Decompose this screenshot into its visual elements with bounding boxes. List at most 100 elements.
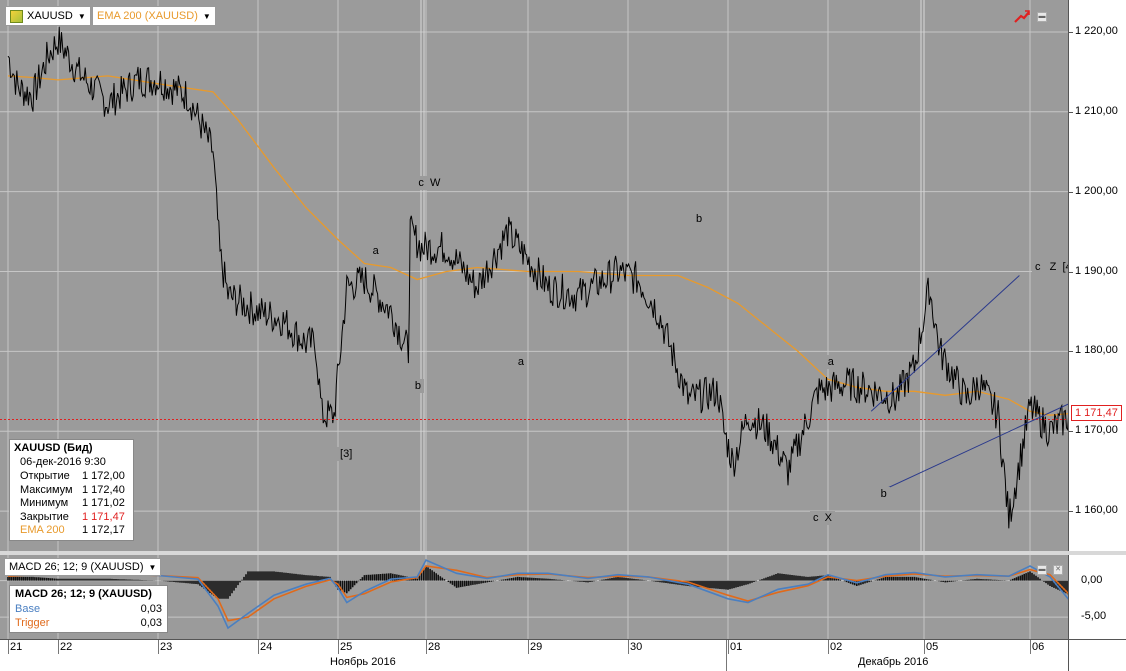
minimize-icon[interactable]: ▬ [1037, 12, 1047, 22]
price-info-box: XAUUSD (Бид) 06-дек-2016 9:30 Открытие 1 … [9, 439, 134, 541]
x-tick-label: 22 [60, 641, 73, 653]
x-tick-mark [728, 640, 729, 654]
wave-label[interactable]: a [824, 355, 837, 370]
macd-info-box: MACD 26; 12; 9 (XAUUSD) Base 0,03 Trigge… [9, 585, 168, 633]
y-tick-mark [1069, 111, 1073, 113]
ema-label: EMA 200 (XAUUSD) [97, 10, 198, 22]
x-tick-label: 30 [630, 641, 643, 653]
y-tick-mark [1069, 271, 1073, 273]
trendline [870, 275, 1020, 412]
x-tick-label: 06 [1032, 641, 1045, 653]
y-tick-mark [1069, 351, 1073, 353]
info-label: Открытие [20, 470, 70, 482]
y-tick-label: 1 200,00 [1075, 184, 1118, 197]
x-tick-mark [924, 640, 925, 654]
y-tick-mark [1069, 511, 1073, 513]
x-tick-label: 23 [160, 641, 173, 653]
info-row: Минимум 1 171,02 [14, 497, 129, 511]
x-tick-mark [426, 640, 427, 654]
ema-200-line [7, 75, 1068, 416]
gold-symbol-icon [10, 9, 23, 23]
wave-label[interactable]: c X [810, 511, 835, 526]
chevron-down-icon: ▼ [148, 562, 157, 572]
x-tick-mark [628, 640, 629, 654]
month-separator [726, 640, 727, 671]
macd-trigger-value: 0,03 [140, 617, 162, 629]
x-tick-label: 29 [530, 641, 543, 653]
info-row: Закрытие 1 171,47 [14, 511, 129, 525]
macd-chart-area[interactable]: MACD 26; 12; 9 (XAUUSD) ▼ ▬ ✕ MACD 26; 1… [0, 555, 1068, 639]
wave-label[interactable]: a [514, 355, 528, 370]
y-tick-label: 1 180,00 [1075, 344, 1118, 357]
y-tick-mark [1069, 191, 1073, 193]
y-tick-label: 1 170,00 [1075, 424, 1118, 437]
y-tick-mark [1069, 31, 1073, 33]
x-tick-mark [528, 640, 529, 654]
wave-label[interactable]: b [411, 379, 424, 394]
month-label: Декабрь 2016 [858, 656, 929, 668]
x-tick-mark [258, 640, 259, 654]
x-tick-mark [828, 640, 829, 654]
info-row: Максимум 1 172,40 [14, 484, 129, 498]
x-tick-label: 21 [10, 641, 23, 653]
macd-y-tick-label: 0,00 [1081, 573, 1103, 586]
x-tick-label: 25 [340, 641, 353, 653]
info-label: Закрытие [20, 510, 69, 523]
wave-label[interactable]: [3] [337, 447, 356, 462]
wave-label[interactable]: b [693, 211, 706, 226]
price-chart-area[interactable]: XAUUSD ▼ EMA 200 (XAUUSD) ▼ ▬ XAUUSD (Би… [0, 0, 1068, 551]
wave-label[interactable]: b [877, 487, 890, 502]
x-tick-label: 05 [926, 641, 939, 653]
macd-y-tick-label: -5,00 [1081, 610, 1107, 623]
macd-y-axis[interactable]: 0,00 -5,00 [1068, 555, 1126, 639]
info-row: Открытие 1 172,00 [14, 470, 129, 484]
x-tick-label: 24 [260, 641, 273, 653]
info-title: XAUUSD (Бид) [14, 442, 93, 454]
macd-base-label: Base [15, 603, 41, 615]
info-row: EMA 200 1 172,17 [14, 524, 129, 538]
time-x-axis[interactable]: 21 22 23 24 25 28 29 30 01 02 05 06 Ноябрь 2016 Декаб… [0, 639, 1068, 671]
x-tick-mark [158, 640, 159, 654]
x-tick-mark [1030, 640, 1031, 654]
symbol-selector-button[interactable]: XAUUSD ▼ [5, 6, 91, 26]
macd-info-row: Base 0,03 [15, 603, 162, 617]
wave-label[interactable]: c W [415, 175, 444, 190]
info-label: Максимум [20, 483, 73, 496]
x-tick-label: 02 [830, 641, 843, 653]
info-value: 1 172,17 [82, 524, 125, 536]
symbol-label: XAUUSD [27, 10, 73, 22]
price-y-axis[interactable]: 1 220,00 1 210,00 1 200,00 1 190,00 1 180,00… [1068, 0, 1126, 551]
ema-indicator-button[interactable]: EMA 200 (XAUUSD) ▼ [92, 6, 216, 26]
info-value: 1 171,02 [82, 497, 125, 509]
info-value-close: 1 171,47 [82, 510, 125, 523]
y-tick-label: 1 190,00 [1075, 264, 1118, 277]
macd-info-title: MACD 26; 12; 9 (XAUUSD) [15, 588, 152, 600]
y-tick-label: 1 160,00 [1075, 504, 1118, 517]
month-label: Ноябрь 2016 [330, 656, 396, 668]
last-price-tag: 1 171,47 [1071, 405, 1122, 421]
macd-trigger-label: Trigger [15, 617, 50, 629]
y-tick-mark [1069, 431, 1073, 433]
close-icon[interactable]: ✕ [1053, 565, 1063, 575]
info-label: Минимум [20, 497, 69, 509]
wave-label[interactable]: c Z [4] [1032, 259, 1068, 274]
x-tick-label: 01 [730, 641, 743, 653]
drawing-tools-icon[interactable] [1014, 10, 1030, 24]
x-tick-mark [338, 640, 339, 654]
info-value: 1 172,40 [82, 483, 125, 496]
wave-label[interactable]: a [369, 243, 382, 258]
y-tick-label: 1 210,00 [1075, 104, 1118, 117]
macd-indicator-button[interactable]: MACD 26; 12; 9 (XAUUSD) ▼ [4, 558, 162, 576]
info-label-ema: EMA 200 [20, 524, 65, 536]
minimize-icon[interactable]: ▬ [1037, 565, 1047, 575]
chevron-down-icon: ▼ [202, 11, 211, 21]
x-tick-mark [58, 640, 59, 654]
info-datetime: 06-дек-2016 9:30 [20, 456, 106, 468]
info-value: 1 172,00 [82, 470, 125, 482]
chevron-down-icon: ▼ [77, 11, 86, 21]
macd-button-label: MACD 26; 12; 9 (XAUUSD) [9, 561, 144, 573]
x-tick-mark [8, 640, 9, 654]
price-line [7, 26, 1068, 529]
macd-info-row: Trigger 0,03 [15, 617, 162, 631]
axis-corner [1068, 639, 1126, 671]
